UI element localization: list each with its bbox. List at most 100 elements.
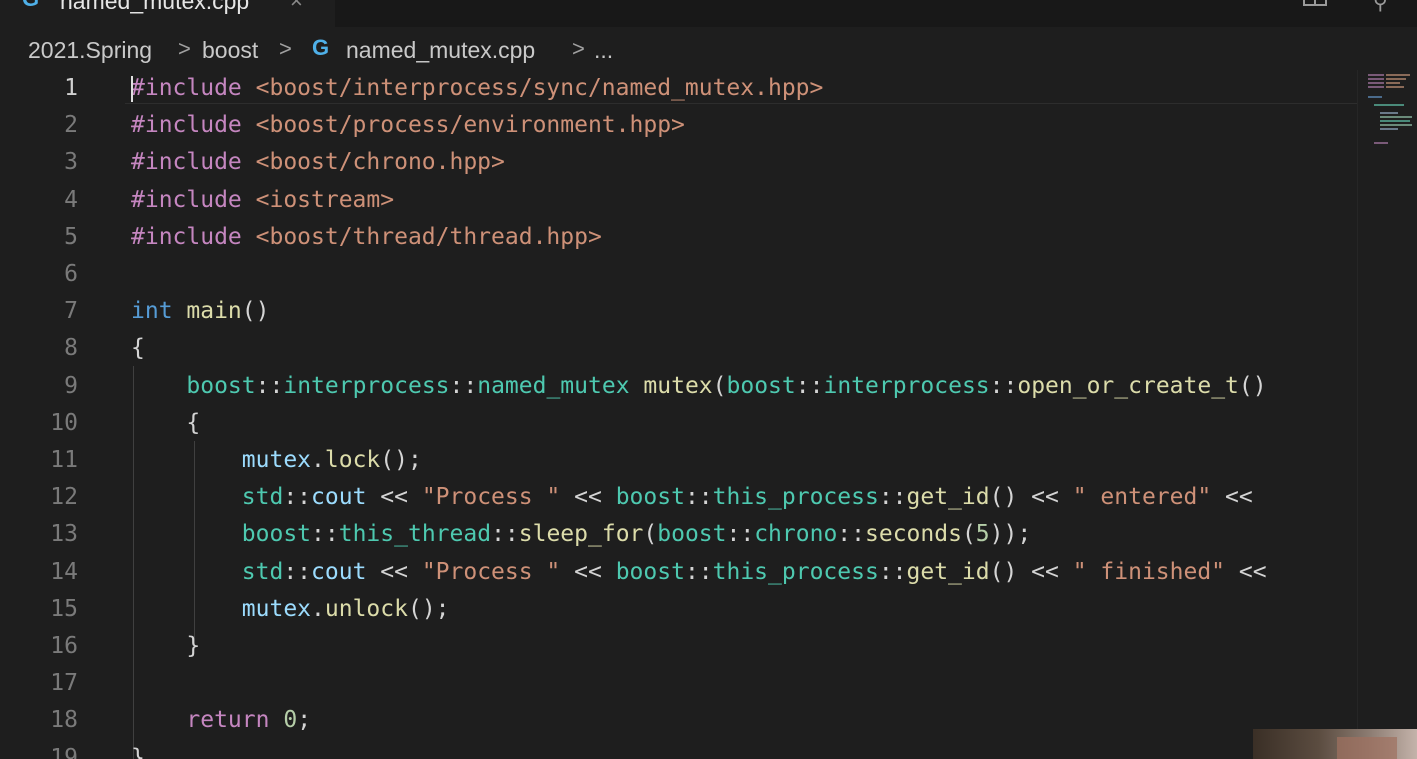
line-number: 1 <box>64 75 78 101</box>
code-line[interactable]: 5 #include <boost/thread/thread.hpp> <box>0 224 1357 261</box>
code-line[interactable]: 9 boost::interprocess::named_mutex mutex… <box>0 373 1357 410</box>
code-line[interactable]: 13 boost::this_thread::sleep_for(boost::… <box>0 521 1357 558</box>
code-text: #include <boost/interprocess/sync/named_… <box>131 75 823 101</box>
chevron-right-icon: > <box>178 36 191 61</box>
code-token: :: <box>255 372 284 399</box>
code-line[interactable]: 12 std::cout << "Process " << boost::thi… <box>0 484 1357 521</box>
code-token: interprocess <box>823 372 990 399</box>
code-token: boost <box>615 484 685 511</box>
chevron-right-icon: > <box>279 36 292 61</box>
code-token: :: <box>283 558 312 585</box>
breadcrumb-folder-2021-spring[interactable]: 2021.Spring <box>28 37 152 64</box>
code-token: cout <box>311 558 367 585</box>
code-token: :: <box>837 521 865 548</box>
code-token: boost <box>186 372 256 399</box>
code-token: } <box>131 744 145 759</box>
code-text: std::cout << "Process " << boost::this_p… <box>131 559 1267 585</box>
code-line[interactable]: 6 <box>0 261 1357 298</box>
code-line[interactable]: 7 int main() <box>0 298 1357 335</box>
code-token: unlock <box>324 595 408 622</box>
code-token: #include <box>131 112 256 139</box>
code-token: << <box>1225 558 1267 585</box>
code-token: :: <box>491 521 519 548</box>
code-token: << <box>560 558 616 585</box>
breadcrumb-file[interactable]: named_mutex.cpp <box>346 37 535 64</box>
breadcrumb-folder-boost[interactable]: boost <box>202 37 258 64</box>
code-editor[interactable]: 1 #include <boost/interprocess/sync/named… <box>0 75 1357 759</box>
code-token: () <box>241 298 270 325</box>
code-text: } <box>131 633 200 659</box>
code-token: :: <box>283 484 312 511</box>
close-icon[interactable]: × <box>290 0 303 14</box>
line-number: 3 <box>64 149 78 176</box>
line-number: 11 <box>50 447 78 473</box>
more-actions-icon[interactable]: ⚲ <box>1373 0 1397 14</box>
code-token: 0 <box>283 707 298 734</box>
line-number: 2 <box>64 112 78 139</box>
code-line[interactable]: 3 #include <boost/chrono.hpp> <box>0 149 1357 186</box>
line-number: 18 <box>50 707 78 734</box>
code-token: :: <box>878 558 907 585</box>
code-token: lock <box>324 447 381 473</box>
code-token: :: <box>878 484 907 511</box>
code-token: "Process " <box>421 484 561 511</box>
line-number: 12 <box>50 484 78 511</box>
split-editor-icon[interactable] <box>1303 0 1327 6</box>
code-line[interactable]: 14 std::cout << "Process " << boost::thi… <box>0 559 1357 596</box>
code-text: boost::interprocess::named_mutex mutex(b… <box>131 372 1266 399</box>
code-line[interactable]: 18 return 0; <box>0 707 1357 744</box>
code-token: open_or_create_t <box>1017 372 1239 399</box>
code-token: #include <box>131 75 256 101</box>
line-number: 5 <box>64 223 78 250</box>
code-token: <boost/interprocess/sync/named_mutex.hpp… <box>255 75 824 101</box>
code-line[interactable]: 4 #include <iostream> <box>0 187 1357 224</box>
code-token: } <box>131 633 201 659</box>
line-number: 9 <box>64 372 78 399</box>
code-line[interactable]: 11 mutex.lock(); <box>0 447 1357 484</box>
code-line[interactable]: 19} <box>0 745 1357 759</box>
code-token: ; <box>297 707 312 734</box>
line-number: 16 <box>50 633 78 659</box>
minimap[interactable] <box>1357 70 1417 759</box>
line-number: 15 <box>50 595 78 622</box>
line-number: 8 <box>64 335 78 362</box>
code-token: mutex <box>643 372 713 399</box>
cpp-file-icon: G <box>22 0 39 12</box>
tab-named-mutex-cpp[interactable]: G named_mutex.cpp × <box>0 0 335 27</box>
code-token: std <box>241 558 284 585</box>
code-line[interactable]: 8{ <box>0 335 1357 372</box>
code-line[interactable]: 10 { <box>0 410 1357 447</box>
code-token: )); <box>989 521 1032 548</box>
code-token: this_process <box>712 558 879 585</box>
code-token: . <box>311 447 325 473</box>
code-token: boost <box>726 372 796 399</box>
line-number: 7 <box>64 298 78 325</box>
code-line[interactable]: 15 mutex.unlock(); <box>0 596 1357 633</box>
code-token: << <box>366 558 422 585</box>
code-line[interactable]: 16 } <box>0 633 1357 670</box>
line-number: 6 <box>64 261 78 287</box>
code-line[interactable]: 2 #include <boost/process/environment.hpp… <box>0 112 1357 149</box>
text-cursor <box>131 76 133 102</box>
code-token: boost <box>615 558 685 585</box>
code-token: "Process " <box>421 558 561 585</box>
code-token: (); <box>380 447 422 473</box>
tab-label: named_mutex.cpp <box>60 0 250 14</box>
code-text: #include <iostream> <box>131 187 394 213</box>
code-line[interactable]: 1 #include <boost/interprocess/sync/named… <box>0 75 1357 112</box>
code-token: ( <box>961 521 976 548</box>
code-token: :: <box>449 372 478 399</box>
line-number: 19 <box>50 744 78 759</box>
code-line[interactable]: 17 <box>0 670 1357 707</box>
cpp-file-icon: G <box>312 35 330 60</box>
breadcrumb-symbol[interactable]: ... <box>594 37 613 64</box>
code-token: int <box>131 298 187 325</box>
code-token: ( <box>643 521 658 548</box>
code-token: { <box>131 409 201 436</box>
code-text: boost::this_thread::sleep_for(boost::chr… <box>131 521 1031 547</box>
code-token: :: <box>684 484 713 511</box>
